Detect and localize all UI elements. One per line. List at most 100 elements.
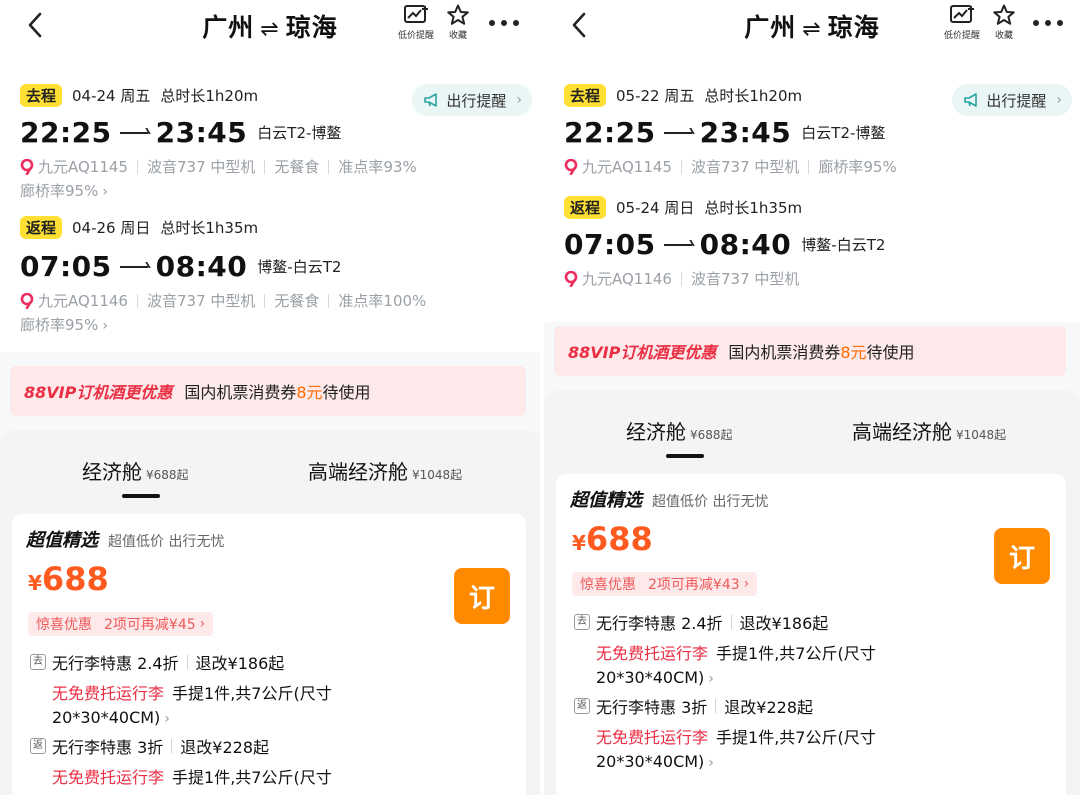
carry-on-size: 20*30*40CM) — [52, 708, 161, 727]
tab-active-indicator — [122, 494, 160, 498]
price-currency: ¥ — [28, 571, 42, 595]
return-arr-time: 08:40 — [155, 250, 248, 283]
return-direction-badge: 返 — [30, 738, 46, 754]
outbound-ontime: 准点率93% — [338, 158, 417, 176]
coupon-text-after: 待使用 — [866, 343, 915, 362]
outbound-bridge[interactable]: 廊桥率95% › — [20, 180, 108, 201]
return-header: 返程 04-26 周日 总时长1h35m — [20, 216, 258, 239]
fare-option-change: 退改¥186起 — [195, 654, 285, 673]
return-duration: 总时长1h35m — [160, 219, 259, 237]
chevron-right-icon: › — [102, 184, 108, 200]
chevron-right-icon: › — [199, 616, 206, 632]
outbound-date: 05-22 周五 — [616, 87, 695, 105]
return-header: 返程 05-24 周日 总时长1h35m — [564, 196, 802, 219]
outbound-dep-time: 22:25 — [564, 116, 656, 149]
more-icon[interactable] — [486, 10, 522, 36]
price-alert-button[interactable]: 低价提醒 — [394, 4, 438, 41]
coupon-amount: 8元 — [840, 343, 867, 362]
return-flight-details[interactable]: 九元AQ1146 波音737 中型机 — [564, 268, 799, 289]
fare-price: ¥688 — [572, 520, 653, 558]
megaphone-icon — [424, 93, 438, 107]
travel-reminder-button[interactable]: 出行提醒 › — [952, 84, 1072, 116]
return-dep-time: 07:05 — [564, 228, 656, 261]
return-flight-no: 九元AQ1146 — [582, 270, 672, 288]
travel-reminder-label: 出行提醒 — [446, 91, 507, 110]
baggage-size-outbound[interactable]: 20*30*40CM) › — [596, 668, 714, 687]
destination-city: 琼海 — [827, 13, 880, 42]
carry-on-info: 手提1件,共7公斤(尺寸 — [172, 768, 332, 787]
price-alert-button[interactable]: 低价提醒 — [940, 4, 984, 41]
tab-premium[interactable]: 高端经济舱 ¥1048起 — [308, 456, 462, 485]
tab-economy[interactable]: 经济舱 ¥688起 — [626, 416, 733, 445]
outbound-aircraft: 波音737 中型机 — [146, 158, 256, 176]
fare-card-name: 超值精选 — [570, 486, 644, 515]
chevron-right-icon: › — [708, 671, 714, 687]
outbound-tag: 去程 — [564, 84, 607, 107]
price-alert-icon — [404, 5, 428, 23]
favorite-label: 收藏 — [994, 31, 1013, 41]
no-checked-bag: 无免费托运行李 — [596, 644, 709, 663]
cabin-section: 经济舱 ¥688起 高端经济舱 ¥1048起 超值精选 超值低价 出行无忧 ¥6… — [544, 390, 1080, 795]
favorite-button[interactable]: 收藏 — [436, 4, 480, 41]
book-button[interactable]: 订 — [454, 568, 510, 624]
fare-option-return[interactable]: 返 无行李特惠 3折 退改¥228起 — [574, 694, 813, 718]
return-flight-details[interactable]: 九元AQ1146 波音737 中型机 无餐食 准点率100% — [20, 290, 426, 311]
airline-logo-icon — [564, 270, 578, 287]
tab-economy[interactable]: 经济舱 ¥688起 — [82, 456, 189, 485]
outbound-header: 去程 05-22 周五 总时长1h20m — [564, 84, 802, 107]
outbound-times: 22:25 23:45 白云T2-博鳌 — [20, 116, 341, 149]
fare-option-name: 无行李特惠 2.4折 — [596, 614, 723, 633]
coupon-text-after: 待使用 — [322, 383, 371, 402]
return-aircraft: 波音737 中型机 — [690, 270, 800, 288]
favorite-button[interactable]: 收藏 — [982, 4, 1026, 41]
coupon-text-before: 国内机票消费券 — [184, 383, 297, 402]
return-tag: 返程 — [564, 196, 607, 219]
coupon-amount: 8元 — [296, 383, 323, 402]
travel-reminder-button[interactable]: 出行提醒 › — [412, 84, 532, 116]
baggage-size-outbound[interactable]: 20*30*40CM) › — [52, 708, 170, 727]
fare-card-subtitle: 超值低价 出行无忧 — [108, 534, 225, 550]
tab-economy-label: 经济舱 — [626, 420, 686, 444]
return-date: 05-24 周日 — [616, 199, 695, 217]
arrow-right-icon — [663, 131, 692, 134]
fare-option-return[interactable]: 返 无行李特惠 3折 退改¥228起 — [30, 734, 269, 758]
arrow-right-icon — [119, 131, 148, 134]
chevron-right-icon: › — [516, 92, 522, 108]
more-icon[interactable] — [1030, 10, 1066, 36]
baggage-size-return[interactable]: 20*30*40CM) › — [596, 752, 714, 771]
airline-logo-icon — [20, 158, 34, 175]
return-bridge[interactable]: 廊桥率95% › — [20, 314, 108, 335]
fare-option-change: 退改¥228起 — [180, 738, 270, 757]
header: 广州 ⇌ 琼海 低价提醒 收藏 — [544, 0, 1080, 52]
outbound-duration: 总时长1h20m — [704, 87, 803, 105]
outbound-header: 去程 04-24 周五 总时长1h20m — [20, 84, 258, 107]
header: 广州 ⇌ 琼海 低价提醒 收藏 — [0, 0, 540, 52]
outbound-meal: 无餐食 — [274, 158, 320, 176]
fare-option-name: 无行李特惠 3折 — [52, 738, 164, 757]
screen-left: 广州 ⇌ 琼海 低价提醒 收藏 去程 04-24 周五 总时长1h20m 出行提醒 … — [0, 0, 540, 795]
outbound-flight-details[interactable]: 九元AQ1145 波音737 中型机 廊桥率95% — [564, 156, 897, 177]
tab-premium-price: ¥1048起 — [412, 468, 463, 482]
outbound-direction-badge: 去 — [574, 614, 590, 630]
chevron-right-icon: › — [102, 318, 108, 334]
roundtrip-arrow-icon: ⇌ — [260, 17, 280, 42]
discount-badge[interactable]: 惊喜优惠 2项可再减¥45 › — [28, 612, 214, 636]
fare-option-outbound[interactable]: 去 无行李特惠 2.4折 退改¥186起 — [574, 610, 828, 634]
return-date: 04-26 周日 — [72, 219, 151, 237]
return-ontime: 准点率100% — [338, 292, 427, 310]
screen-right: 广州 ⇌ 琼海 低价提醒 收藏 去程 05-22 周五 总时长1h20m 出行提醒 … — [540, 0, 1080, 795]
vip-promo-banner[interactable]: 88VIP订机酒更优惠 国内机票消费券 8元 待使用 — [554, 326, 1066, 376]
outbound-flight-details[interactable]: 九元AQ1145 波音737 中型机 无餐食 准点率93% — [20, 156, 417, 177]
fare-option-outbound[interactable]: 去 无行李特惠 2.4折 退改¥186起 — [30, 650, 284, 674]
origin-city: 广州 — [744, 13, 797, 42]
book-button[interactable]: 订 — [994, 528, 1050, 584]
no-checked-bag: 无免费托运行李 — [52, 768, 165, 787]
favorite-label: 收藏 — [448, 31, 467, 41]
chevron-right-icon: › — [708, 755, 714, 771]
carry-on-info: 手提1件,共7公斤(尺寸 — [716, 728, 876, 747]
vip-promo-banner[interactable]: 88VIP订机酒更优惠 国内机票消费券 8元 待使用 — [10, 366, 526, 416]
fare-option-name: 无行李特惠 2.4折 — [52, 654, 179, 673]
price-alert-label: 低价提醒 — [397, 31, 434, 41]
tab-premium[interactable]: 高端经济舱 ¥1048起 — [852, 416, 1006, 445]
discount-badge[interactable]: 惊喜优惠 2项可再减¥43 › — [572, 572, 758, 596]
